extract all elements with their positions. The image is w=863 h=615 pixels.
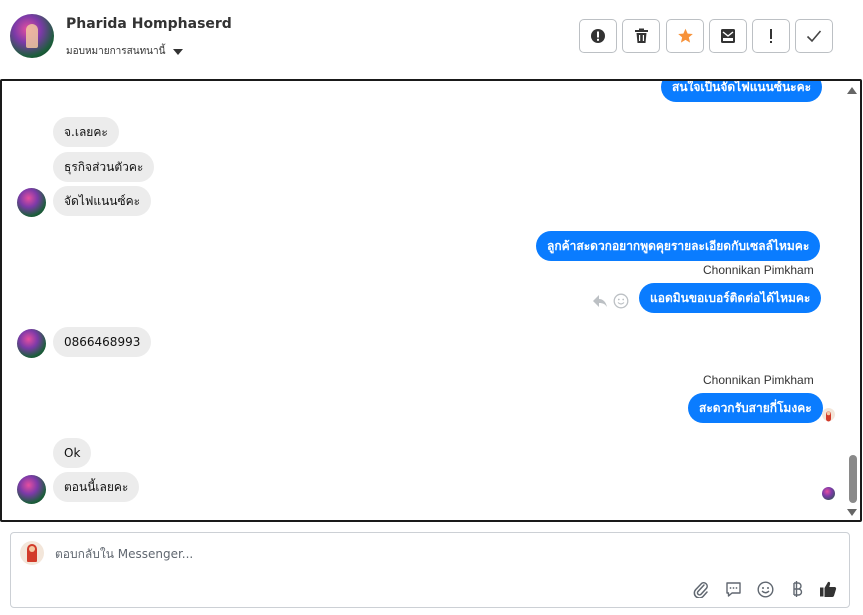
archive-button[interactable] bbox=[709, 19, 747, 53]
seen-by-admin-avatar bbox=[822, 408, 835, 422]
message-thread[interactable]: สนใจเป็นจัดไฟแนนซ์นะคะ จ.เลยคะ ธุรกิจส่ว… bbox=[0, 79, 862, 522]
admin-avatar bbox=[20, 541, 44, 565]
baht-payment-icon[interactable] bbox=[787, 579, 807, 599]
sender-name: Chonnikan Pimkham bbox=[703, 263, 814, 277]
star-button[interactable] bbox=[666, 19, 704, 53]
trash-icon bbox=[634, 28, 649, 44]
message-outgoing[interactable]: สนใจเป็นจัดไฟแนนซ์นะคะ bbox=[661, 81, 823, 102]
seen-by-contact-avatar bbox=[822, 487, 835, 500]
contact-avatar-small bbox=[17, 475, 46, 504]
thumbs-up-icon[interactable] bbox=[818, 579, 838, 599]
saved-reply-icon[interactable] bbox=[723, 579, 743, 599]
contact-avatar[interactable] bbox=[10, 14, 54, 58]
contact-avatar-small bbox=[17, 329, 46, 358]
scroll-up-arrow-icon[interactable] bbox=[847, 87, 857, 94]
message-outgoing[interactable]: ลูกค้าสะดวกอยากพูดคุยรายละเอียดกับเซลล์ไ… bbox=[536, 231, 821, 261]
conversation-header: Pharida Homphaserd มอบหมายการสนทนานี้ bbox=[0, 0, 863, 78]
reply-composer bbox=[10, 532, 850, 608]
reply-input[interactable] bbox=[55, 547, 655, 561]
caret-down-icon bbox=[173, 48, 184, 55]
message-incoming[interactable]: ตอนนี้เลยคะ bbox=[53, 472, 140, 502]
message-incoming[interactable]: จัดไฟแนนซ์คะ bbox=[53, 186, 152, 216]
star-icon bbox=[677, 28, 694, 44]
react-emoji-icon[interactable] bbox=[613, 293, 629, 313]
flag-button[interactable] bbox=[752, 19, 790, 53]
message-incoming[interactable]: 0866468993 bbox=[53, 327, 152, 357]
paperclip-icon[interactable] bbox=[691, 579, 711, 599]
checkmark-icon bbox=[806, 29, 822, 43]
message-outgoing[interactable]: แอดมินขอเบอร์ติดต่อได้ไหมคะ bbox=[639, 283, 822, 313]
assign-conversation-dropdown[interactable]: มอบหมายการสนทนานี้ bbox=[66, 44, 184, 59]
message-incoming[interactable]: Ok bbox=[53, 438, 92, 468]
message-outgoing[interactable]: สะดวกรับสายกี่โมงคะ bbox=[688, 393, 823, 423]
scroll-down-arrow-icon[interactable] bbox=[847, 509, 857, 516]
message-incoming[interactable]: จ.เลยคะ bbox=[53, 117, 119, 147]
mark-done-button[interactable] bbox=[795, 19, 833, 53]
contact-name[interactable]: Pharida Homphaserd bbox=[66, 16, 232, 32]
delete-button[interactable] bbox=[622, 19, 660, 53]
contact-avatar-small bbox=[17, 188, 46, 217]
scroll-thumb[interactable] bbox=[849, 455, 857, 503]
exclamation-circle-icon bbox=[590, 28, 606, 44]
message-incoming[interactable]: ธุรกิจส่วนตัวคะ bbox=[53, 152, 155, 182]
scrollbar[interactable] bbox=[846, 81, 860, 520]
reply-icon[interactable] bbox=[592, 293, 608, 312]
exclamation-icon bbox=[768, 28, 774, 44]
assign-label: มอบหมายการสนทนานี้ bbox=[66, 46, 166, 57]
report-button[interactable] bbox=[579, 19, 617, 53]
mail-archive-icon bbox=[720, 28, 736, 44]
sender-name: Chonnikan Pimkham bbox=[703, 373, 814, 387]
emoji-icon[interactable] bbox=[755, 579, 775, 599]
